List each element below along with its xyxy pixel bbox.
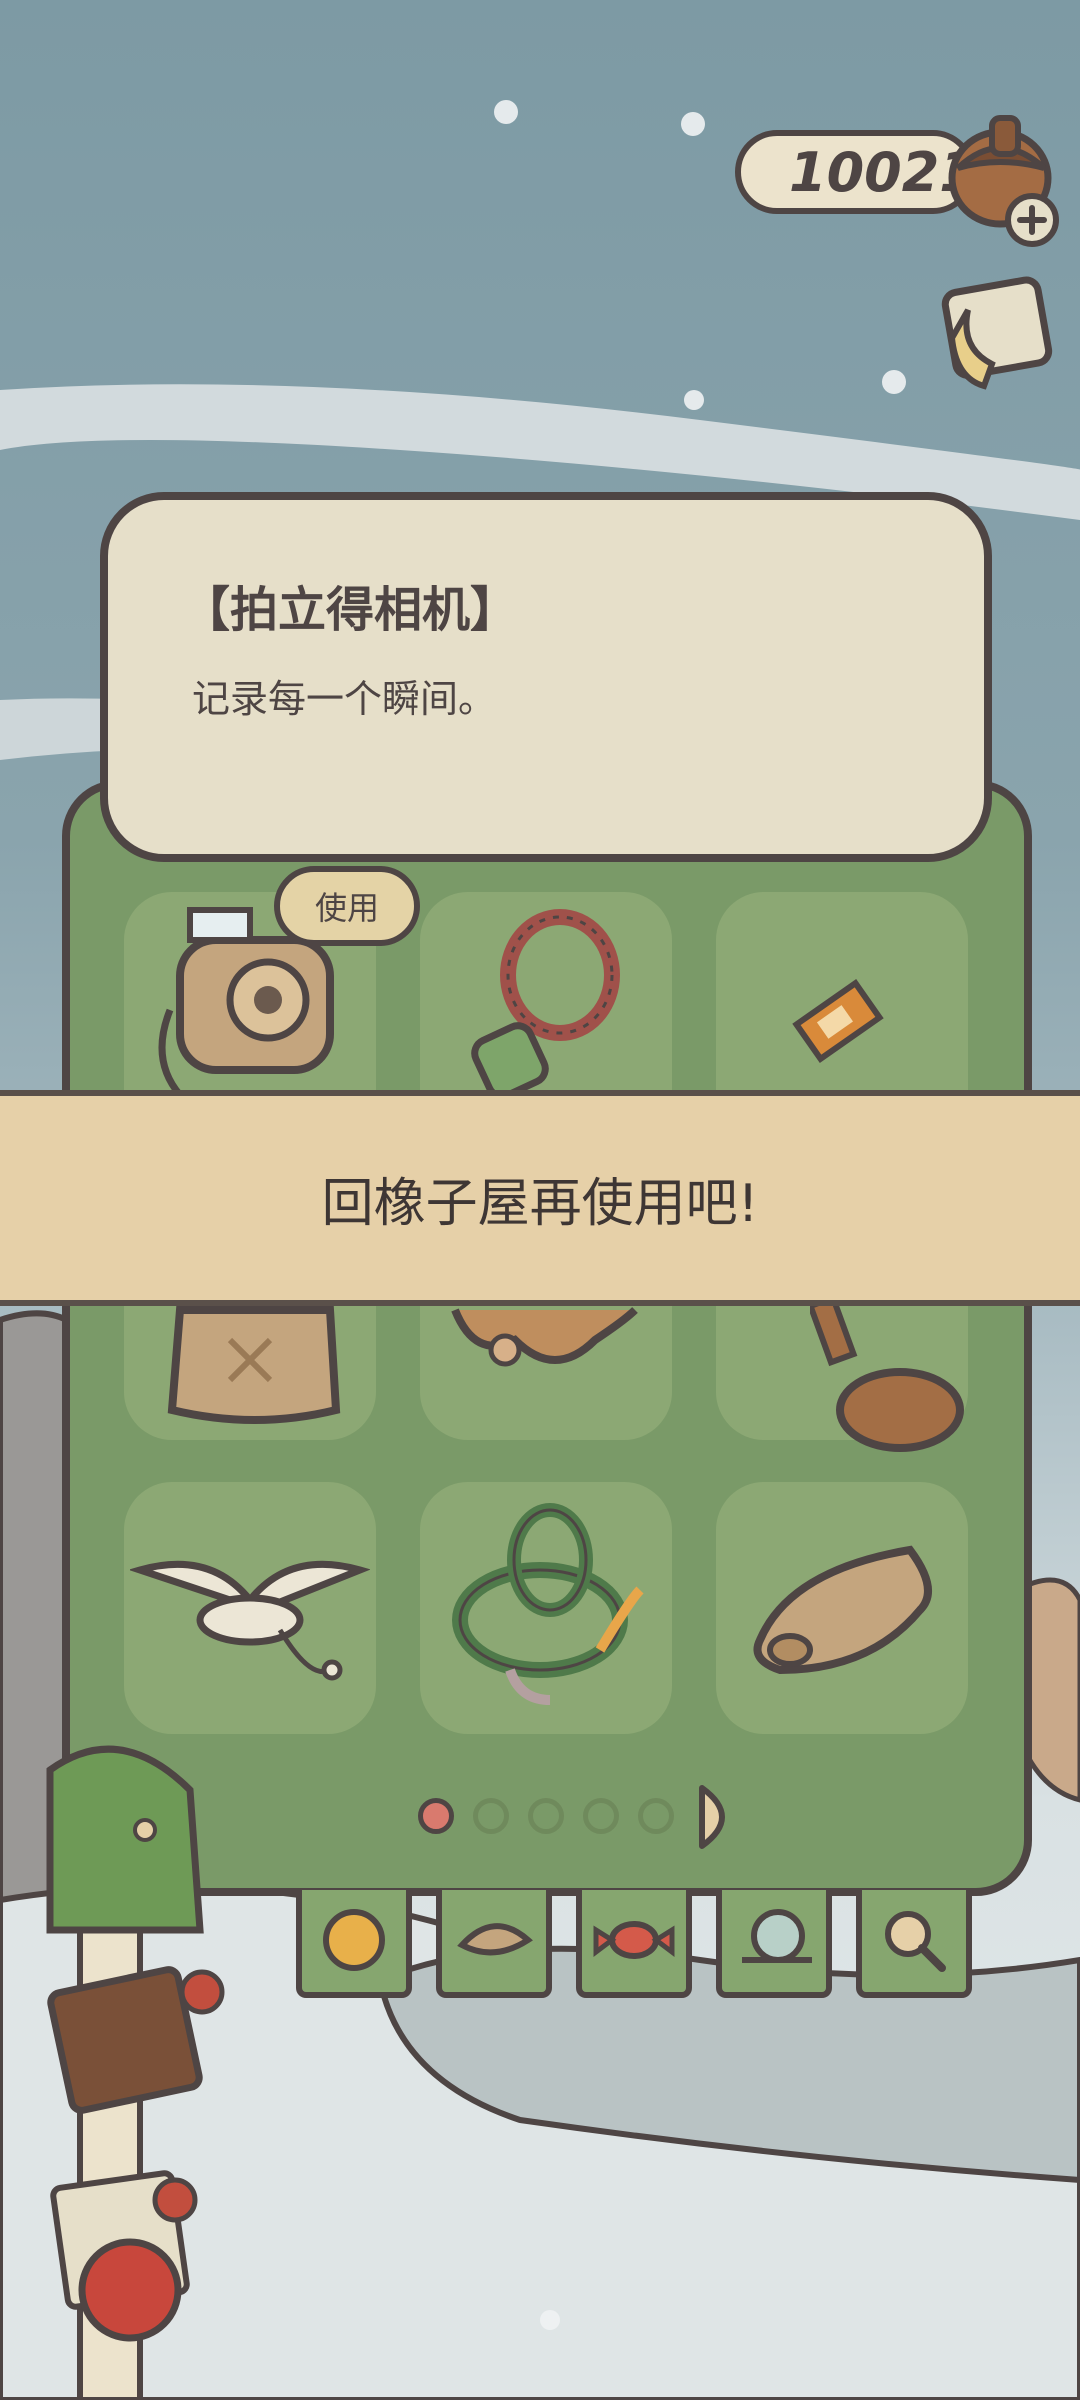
leaf-tab[interactable] xyxy=(436,1890,552,1998)
toast-banner: 回橡子屋再使用吧! xyxy=(0,1090,1080,1306)
item-title: 【拍立得相机】 xyxy=(182,582,519,638)
seagull-toy-icon xyxy=(130,1560,370,1681)
page-dot-1[interactable] xyxy=(418,1798,454,1834)
ticket-card-icon[interactable] xyxy=(930,268,1060,398)
magnifier-tab[interactable] xyxy=(856,1890,972,1998)
coiled-rope-icon xyxy=(452,1503,644,1705)
page-dot-3[interactable] xyxy=(528,1798,564,1834)
next-page-arrow-icon[interactable] xyxy=(694,1782,744,1852)
ticket-icon xyxy=(792,978,884,1064)
snail-tab[interactable] xyxy=(716,1890,832,1998)
page-dot-4[interactable] xyxy=(583,1798,619,1834)
snail-icon xyxy=(742,1909,812,1963)
yarn-ball-tab[interactable] xyxy=(296,1890,412,1998)
gear-ornament-icon xyxy=(451,1307,638,1367)
yarn-ball-icon xyxy=(323,1909,385,1971)
item-description: 记录每一个瞬间。 xyxy=(192,677,497,721)
candy-tab[interactable] xyxy=(576,1890,692,1998)
use-button[interactable]: 使用 xyxy=(274,866,420,946)
toast-message: 回橡子屋再使用吧! xyxy=(321,1173,759,1234)
leaf-icon xyxy=(457,1923,533,1956)
candy-icon xyxy=(593,1921,675,1959)
acorn-add-icon[interactable] xyxy=(940,108,1070,248)
embroidered-bag-icon xyxy=(167,1306,341,1424)
magnifier-icon xyxy=(885,1911,946,1972)
beaded-bell-charm-icon xyxy=(471,909,620,1095)
acorn-counter: 10021 xyxy=(735,130,977,214)
wooden-oar-icon xyxy=(810,1300,964,1452)
page-dot-5[interactable] xyxy=(638,1798,674,1834)
page-dot-2[interactable] xyxy=(473,1798,509,1834)
rolled-map-icon xyxy=(753,1545,932,1675)
frog-backpack-stack xyxy=(46,1745,225,2400)
